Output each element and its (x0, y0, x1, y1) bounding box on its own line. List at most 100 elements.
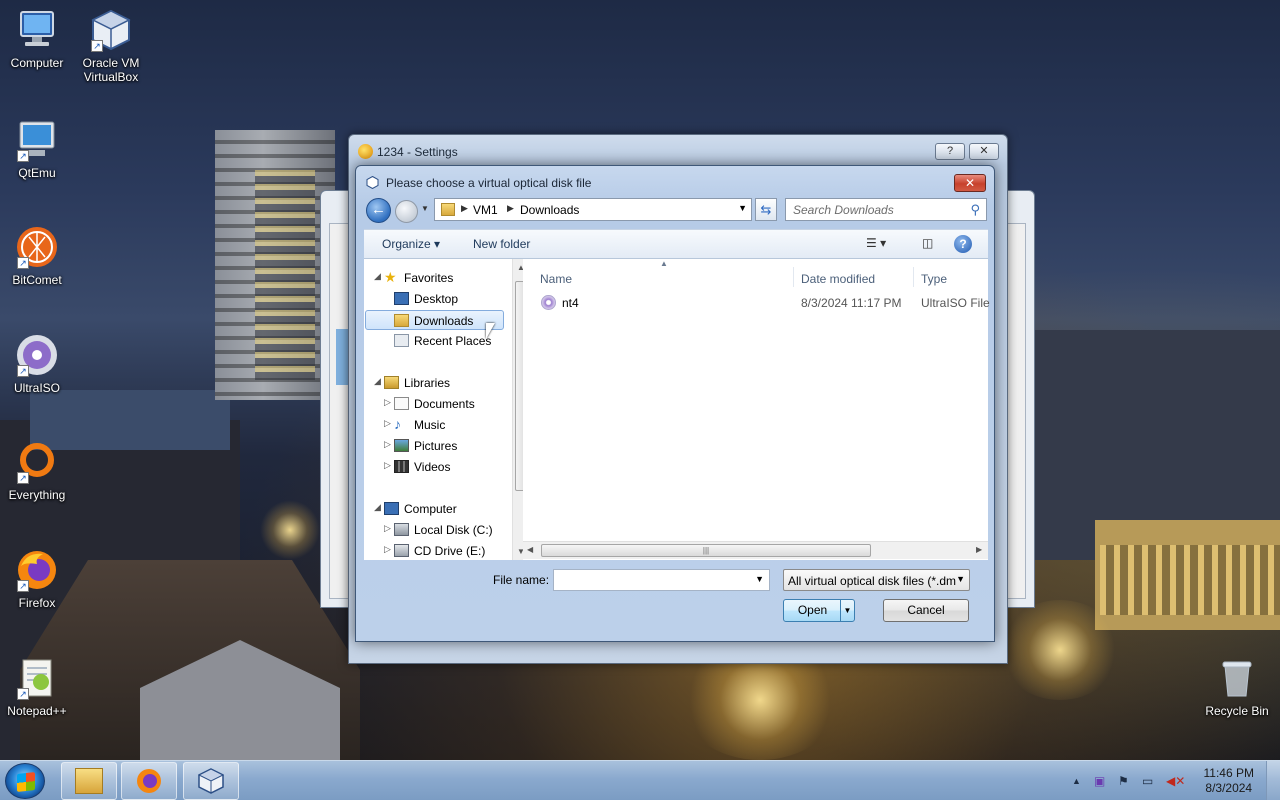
nav-local-disk[interactable]: ▷ Local Disk (C:) (364, 520, 512, 540)
chevron-right-icon[interactable]: ▶ (507, 203, 514, 214)
collapse-arrow-icon[interactable]: ◢ (374, 376, 381, 387)
file-list: Name ▲ Date modified Type nt4 8/3/2024 1… (523, 259, 990, 560)
nav-label: Desktop (414, 292, 459, 306)
taskbar-explorer[interactable] (61, 762, 117, 800)
libraries-icon (384, 376, 399, 389)
open-dropdown-arrow-icon[interactable]: ▼ (840, 600, 854, 621)
taskbar-virtualbox[interactable] (183, 762, 239, 800)
help-button[interactable]: ? (935, 143, 965, 160)
street-light (260, 500, 320, 560)
desktop-icon-virtualbox[interactable]: ↗ Oracle VM VirtualBox (74, 8, 148, 84)
search-icon[interactable]: ⚲ (970, 202, 980, 218)
collapse-arrow-icon[interactable]: ◢ (374, 502, 381, 513)
show-hidden-icons-icon[interactable]: ▲ (1072, 776, 1081, 786)
network-icon[interactable]: ▭ (1142, 774, 1153, 788)
collapse-arrow-icon[interactable]: ◢ (374, 271, 381, 282)
column-header-date[interactable]: Date modified (801, 272, 875, 286)
computer-icon (384, 502, 399, 515)
nav-cd-drive[interactable]: ▷ CD Drive (E:) (364, 541, 512, 561)
shortcut-arrow-icon: ↗ (91, 40, 103, 52)
desktop-icon-firefox[interactable]: ↗ Firefox (0, 548, 74, 610)
music-icon: ♪ (394, 416, 401, 432)
building-windows (1100, 545, 1280, 615)
action-center-flag-icon[interactable]: ⚑ (1118, 774, 1129, 788)
file-row[interactable]: nt4 8/3/2024 11:17 PM UltraISO File (523, 293, 990, 313)
videos-icon (394, 460, 409, 473)
desktop-icon-label: BitComet (12, 273, 62, 287)
column-separator[interactable] (913, 267, 914, 287)
expand-arrow-icon[interactable]: ▷ (384, 523, 391, 534)
nav-pictures[interactable]: ▷ Pictures (364, 436, 512, 456)
virtualbox-small-icon (366, 176, 379, 189)
expand-arrow-icon[interactable]: ▷ (384, 418, 391, 429)
nav-computer[interactable]: ◢ Computer (364, 499, 512, 519)
column-separator[interactable] (793, 267, 794, 287)
scroll-right-arrow-icon[interactable]: ▶ (976, 545, 982, 554)
back-arrow-icon[interactable]: ← (366, 198, 391, 223)
nav-label: Pictures (414, 439, 458, 453)
expand-arrow-icon[interactable]: ▷ (384, 397, 391, 408)
desktop-icon-notepadpp[interactable]: ↗ Notepad++ (0, 656, 74, 718)
nav-documents[interactable]: ▷ Documents (364, 394, 512, 414)
expand-arrow-icon[interactable]: ▷ (384, 439, 391, 450)
desktop-icon-label: Firefox (18, 596, 56, 610)
cd-drive-icon (394, 544, 409, 557)
open-button[interactable]: Open ▼ (783, 599, 855, 622)
chevron-down-icon[interactable]: ▼ (755, 574, 764, 584)
file-name-input[interactable]: ▼ (553, 569, 770, 591)
preview-pane-icon[interactable]: ◫ (922, 236, 933, 250)
scrollbar-thumb[interactable]: ||| (541, 544, 871, 557)
cancel-button[interactable]: Cancel (883, 599, 969, 622)
taskbar: ▲ ▣ ⚑ ▭ ◀✕ 11:46 PM 8/3/2024 (0, 760, 1280, 800)
desktop-icon-computer[interactable]: Computer (0, 8, 74, 70)
column-header-type[interactable]: Type (921, 272, 947, 286)
computer-icon (15, 8, 59, 52)
clock[interactable]: 11:46 PM 8/3/2024 (1204, 766, 1254, 796)
expand-arrow-icon[interactable]: ▷ (384, 460, 391, 471)
desktop-icon-ultraiso[interactable]: ↗ UltraISO (0, 333, 74, 395)
recent-places-icon (394, 334, 409, 347)
chevron-down-icon[interactable]: ▼ (956, 574, 965, 584)
chevron-down-icon[interactable]: ▼ (738, 203, 747, 213)
refresh-icon[interactable]: ⇆ (755, 198, 777, 221)
new-folder-button[interactable]: New folder (473, 237, 530, 251)
address-bar[interactable]: ▶ VM1 ▶ Downloads ▼ (434, 198, 752, 221)
desktop-icon-qtemu[interactable]: ↗ QtEmu (0, 118, 74, 180)
nav-label: Music (414, 418, 446, 432)
nav-music[interactable]: ▷ ♪ Music (364, 415, 512, 435)
start-button[interactable] (5, 763, 45, 799)
breadcrumb-vm1[interactable]: VM1 (473, 203, 498, 217)
app-tray-icon[interactable]: ▣ (1094, 774, 1105, 788)
nav-libraries[interactable]: ◢ Libraries (364, 373, 512, 393)
nav-label: Videos (414, 460, 451, 474)
view-options-icon[interactable]: ☰ ▾ (866, 236, 886, 250)
help-icon[interactable]: ? (954, 235, 972, 253)
history-dropdown-icon[interactable]: ▼ (421, 204, 429, 213)
organize-menu-button[interactable]: Organize ▾ (382, 237, 440, 251)
search-input[interactable]: Search Downloads ⚲ (785, 198, 987, 221)
nav-favorites[interactable]: ◢ ★ Favorites (364, 268, 512, 288)
close-button[interactable]: ✕ (954, 174, 986, 192)
chevron-right-icon[interactable]: ▶ (461, 203, 468, 214)
horizontal-scrollbar[interactable]: ◀ ||| ▶ (523, 541, 988, 559)
volume-muted-icon[interactable]: ◀✕ (1166, 774, 1185, 788)
nav-downloads[interactable]: Downloads (365, 310, 504, 330)
desktop-icon-everything[interactable]: ↗ Everything (0, 440, 74, 502)
desktop-icon-recycle-bin[interactable]: Recycle Bin (1200, 656, 1274, 718)
breadcrumb-downloads[interactable]: Downloads (520, 203, 579, 217)
close-button[interactable]: ✕ (969, 143, 999, 160)
open-file-dialog: Please choose a virtual optical disk fil… (355, 165, 995, 642)
nav-label: Computer (404, 502, 457, 516)
dialog-title: Please choose a virtual optical disk fil… (386, 176, 592, 190)
forward-arrow-icon[interactable] (395, 200, 418, 223)
expand-arrow-icon[interactable]: ▷ (384, 544, 391, 555)
nav-desktop[interactable]: Desktop (364, 289, 512, 309)
file-type-filter[interactable]: All virtual optical disk files (*.dm ▼ (783, 569, 970, 591)
desktop-icon-bitcomet[interactable]: ↗ BitComet (0, 225, 74, 287)
scroll-left-arrow-icon[interactable]: ◀ (527, 545, 533, 554)
taskbar-firefox[interactable] (121, 762, 177, 800)
notepadpp-icon: ↗ (15, 656, 59, 700)
column-header-name[interactable]: Name (540, 272, 572, 286)
show-desktop-button[interactable] (1266, 761, 1280, 800)
nav-videos[interactable]: ▷ Videos (364, 457, 512, 477)
